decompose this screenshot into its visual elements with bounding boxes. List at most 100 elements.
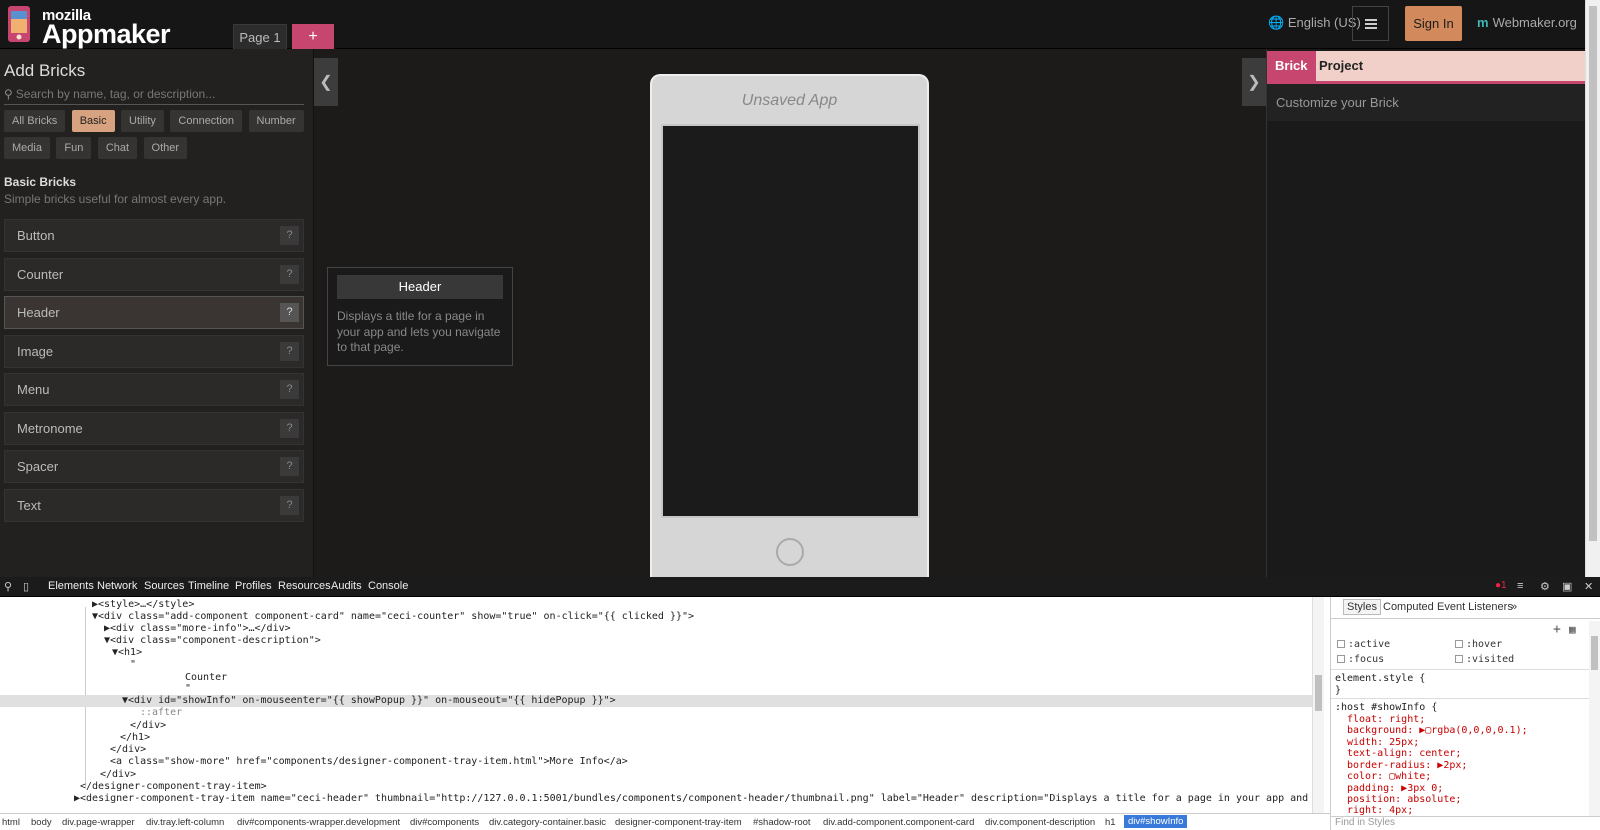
- dom-line[interactable]: Counter: [185, 672, 227, 684]
- tab-styles[interactable]: Styles: [1343, 599, 1381, 615]
- appmaker-logo[interactable]: mozilla Appmaker: [4, 4, 171, 49]
- crumb-tray-item[interactable]: designer-component-tray-item: [615, 817, 742, 828]
- category-all-bricks[interactable]: All Bricks: [4, 110, 66, 132]
- dom-line[interactable]: </div>: [130, 720, 166, 732]
- collapse-left-button[interactable]: ❮: [314, 58, 338, 106]
- sign-in-button[interactable]: Sign In: [1405, 6, 1462, 41]
- collapse-right-button[interactable]: ❯: [1242, 58, 1266, 106]
- dom-line[interactable]: ": [185, 683, 191, 695]
- dom-line[interactable]: ▶<designer-component-tray-item name="cec…: [74, 793, 1320, 805]
- brick-item-metronome[interactable]: Metronome?: [4, 411, 304, 445]
- dom-line[interactable]: </designer-component-tray-item>: [80, 781, 267, 793]
- category-media[interactable]: Media: [4, 137, 50, 159]
- pseudo-focus[interactable]: :focus: [1337, 654, 1384, 665]
- css-property[interactable]: text-align: center;: [1347, 748, 1461, 759]
- brick-item-text[interactable]: Text?: [4, 488, 304, 522]
- tab-profiles[interactable]: Profiles: [235, 580, 272, 592]
- language-selector[interactable]: 🌐 English (US): [1268, 15, 1361, 31]
- help-icon[interactable]: ?: [280, 418, 299, 438]
- crumb-page-wrapper[interactable]: div.page-wrapper: [62, 817, 135, 828]
- css-property[interactable]: padding: ▶3px 0;: [1347, 783, 1443, 794]
- help-icon[interactable]: ?: [280, 495, 299, 515]
- help-icon[interactable]: ?: [280, 380, 299, 399]
- tab-elements[interactable]: Elements: [48, 580, 94, 592]
- pseudo-visited[interactable]: :visited: [1455, 654, 1514, 665]
- dom-line[interactable]: </div>: [100, 769, 136, 781]
- tab-audits[interactable]: Audits: [331, 580, 362, 592]
- dom-line[interactable]: ▼<div class="add-component component-car…: [92, 611, 694, 623]
- inspect-icon[interactable]: ⚲: [4, 580, 12, 593]
- help-icon[interactable]: ?: [280, 226, 299, 245]
- brick-search-input[interactable]: ⚲ Search by name, tag, or description...: [4, 83, 304, 105]
- error-counter[interactable]: ●1: [1495, 580, 1507, 591]
- help-icon[interactable]: ?: [280, 341, 299, 361]
- tab-event-listeners[interactable]: Event Listeners: [1437, 601, 1513, 613]
- category-utility[interactable]: Utility: [121, 110, 164, 132]
- css-property[interactable]: float: right;: [1347, 714, 1425, 725]
- dom-line[interactable]: ▼<div class="component-description">: [104, 635, 321, 647]
- tab-resources[interactable]: Resources: [278, 580, 331, 592]
- crumb-category-container[interactable]: div.category-container.basic: [489, 817, 606, 828]
- dock-icon[interactable]: ▣: [1562, 580, 1572, 593]
- pseudo-hover[interactable]: :hover: [1455, 639, 1502, 650]
- css-property[interactable]: background: ▶▢rgba(0,0,0,0.1);: [1347, 725, 1528, 736]
- category-chat[interactable]: Chat: [97, 137, 138, 159]
- css-property[interactable]: position: absolute;: [1347, 794, 1461, 805]
- dom-line[interactable]: <a class="show-more" href="components/de…: [110, 756, 628, 768]
- add-rule-icon[interactable]: +: [1553, 622, 1561, 637]
- dom-line[interactable]: ::after: [140, 707, 182, 719]
- tab-console[interactable]: Console: [368, 580, 408, 592]
- brick-item-counter[interactable]: Counter?: [4, 257, 304, 291]
- crumb-shadow-root[interactable]: #shadow-root: [753, 817, 811, 828]
- hamburger-menu-button[interactable]: [1352, 6, 1389, 41]
- css-property[interactable]: border-radius: ▶2px;: [1347, 760, 1467, 771]
- dom-line[interactable]: </div>: [110, 744, 146, 756]
- css-property[interactable]: right: 4px;: [1347, 805, 1413, 816]
- page-tab-1[interactable]: Page 1: [233, 24, 287, 49]
- close-icon[interactable]: ✕: [1584, 580, 1593, 593]
- tab-computed[interactable]: Computed: [1383, 601, 1434, 613]
- dom-line[interactable]: ▶<div class="more-info">…</div>: [104, 623, 291, 635]
- tab-timeline[interactable]: Timeline: [188, 580, 229, 592]
- scrollbar-thumb[interactable]: [1589, 6, 1597, 541]
- tab-network[interactable]: Network: [97, 580, 137, 592]
- crumb-h1[interactable]: h1: [1105, 817, 1116, 828]
- phone-screen[interactable]: [661, 124, 920, 518]
- category-number[interactable]: Number: [248, 110, 304, 132]
- brick-item-menu[interactable]: Menu?: [4, 373, 304, 406]
- brick-item-button[interactable]: Button?: [4, 219, 304, 252]
- crumb-tray[interactable]: div.tray.left-column: [146, 817, 224, 828]
- brick-item-header[interactable]: Header?: [4, 296, 304, 329]
- toggle-element-state-icon[interactable]: ▦: [1569, 623, 1576, 636]
- find-in-styles-input[interactable]: Find in Styles: [1331, 816, 1600, 830]
- device-mode-icon[interactable]: ▯: [23, 580, 29, 593]
- brick-item-image[interactable]: Image?: [4, 334, 304, 368]
- crumb-components[interactable]: div#components: [410, 817, 479, 828]
- category-fun[interactable]: Fun: [56, 137, 92, 159]
- dom-line[interactable]: </h1>: [120, 732, 150, 744]
- webmaker-link[interactable]: m Webmaker.org: [1477, 15, 1577, 30]
- add-page-button[interactable]: +: [292, 24, 334, 49]
- app-title[interactable]: Unsaved App: [652, 92, 927, 110]
- dom-tree[interactable]: ▶<style>…</style> ▼<div class="add-compo…: [0, 597, 1320, 813]
- tabs-overflow-icon[interactable]: »: [1511, 601, 1517, 613]
- page-scrollbar[interactable]: [1585, 0, 1600, 577]
- crumb-component-description[interactable]: div.component-description: [985, 817, 1095, 828]
- category-connection[interactable]: Connection: [170, 110, 243, 132]
- dom-line-selected[interactable]: ▼<div id="showInfo" on-mouseenter="{{ sh…: [0, 695, 1312, 708]
- dom-scrollbar[interactable]: [1312, 597, 1324, 815]
- styles-scrollbar[interactable]: [1589, 621, 1600, 816]
- tab-brick[interactable]: Brick: [1267, 51, 1316, 81]
- rule-selector[interactable]: :host #showInfo {: [1335, 702, 1437, 713]
- element-style-rule[interactable]: element.style {: [1335, 673, 1425, 684]
- tab-project[interactable]: Project: [1311, 51, 1371, 81]
- crumb-body[interactable]: body: [31, 817, 52, 828]
- scrollbar-thumb[interactable]: [1591, 636, 1598, 670]
- dom-line[interactable]: ": [130, 659, 136, 671]
- crumb-components-wrapper[interactable]: div#components-wrapper.development: [237, 817, 400, 828]
- crumb-add-component[interactable]: div.add-component.component-card: [823, 817, 974, 828]
- help-icon[interactable]: ?: [280, 457, 299, 476]
- crumb-show-info[interactable]: div#showInfo: [1124, 815, 1188, 828]
- tab-sources[interactable]: Sources: [144, 580, 184, 592]
- scrollbar-thumb[interactable]: [1315, 675, 1322, 711]
